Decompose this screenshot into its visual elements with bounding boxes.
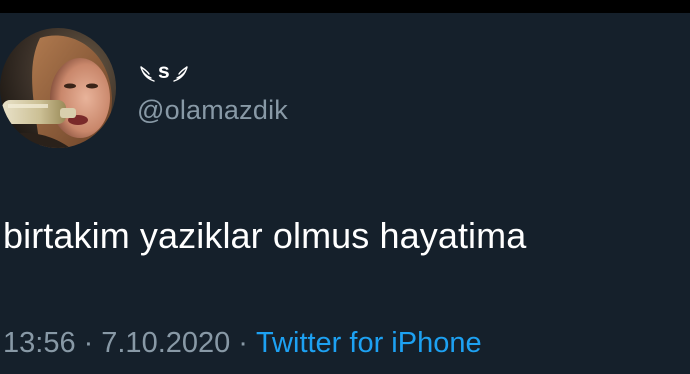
meta-separator: · [83, 327, 94, 359]
wing-right-icon [172, 61, 190, 83]
tweet-meta: 13:56 · 7.10.2020 · Twitter for iPhone [3, 325, 482, 361]
top-strip [0, 0, 690, 13]
avatar[interactable] [0, 28, 116, 148]
meta-separator: · [238, 327, 248, 359]
tweet-date[interactable]: 7.10.2020 [101, 327, 230, 359]
avatar-image [0, 28, 116, 148]
tweet-time[interactable]: 13:56 [3, 327, 76, 359]
wing-left-icon [138, 61, 156, 83]
tweet-text: birtakim yaziklar olmus hayatima [3, 215, 527, 256]
tweet-card: s @olamazdik birtakim yaziklar olmus hay… [0, 13, 690, 374]
user-handle[interactable]: @olamazdik [137, 93, 288, 127]
tweet-source-link[interactable]: Twitter for iPhone [256, 327, 482, 359]
display-name[interactable]: s [138, 55, 190, 89]
display-name-text: s [158, 60, 170, 83]
